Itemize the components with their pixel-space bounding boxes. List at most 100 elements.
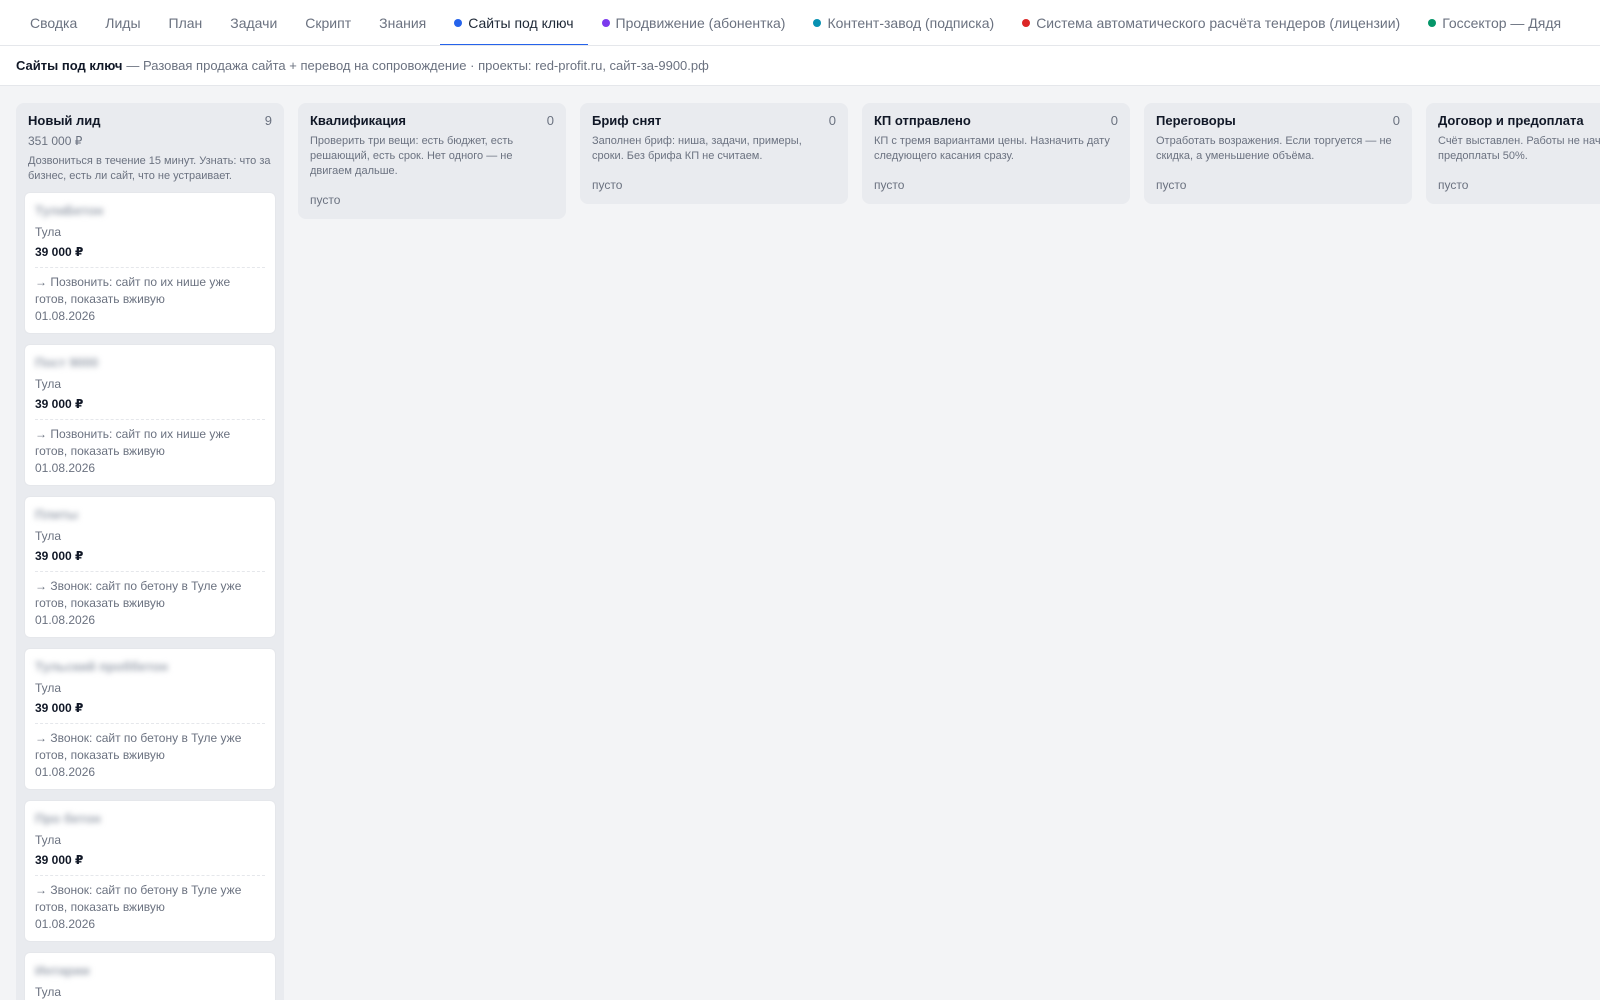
tab-label: Госсектор — Дядя bbox=[1442, 14, 1562, 31]
lead-next-step: → Звонок: сайт по бетону в Туле уже гото… bbox=[35, 579, 242, 610]
column-count: 0 bbox=[1110, 113, 1118, 128]
lead-price: 39 000 ₽ bbox=[35, 701, 84, 715]
lead-date: 01.08.2026 bbox=[35, 613, 96, 627]
lead-city: Тула bbox=[35, 833, 62, 847]
lead-card[interactable]: Интарии Тула bbox=[24, 952, 276, 1000]
column-title: КП отправлено bbox=[874, 113, 971, 128]
column-count: 9 bbox=[264, 113, 272, 128]
pipeline-column: Договор и предоплата0 Счёт выставлен. Раб… bbox=[1426, 103, 1600, 204]
column-header: КП отправлено 0 bbox=[870, 113, 1122, 128]
column-title: Квалификация bbox=[310, 113, 406, 128]
tab-label: Система автоматического расчёта тендеров… bbox=[1036, 14, 1401, 31]
status-dot-icon bbox=[601, 18, 610, 27]
section-title: Сайты под ключ bbox=[16, 58, 123, 73]
column-title: Переговоры bbox=[1156, 113, 1236, 128]
tab-4[interactable]: Скрипт bbox=[291, 0, 365, 45]
pipeline-column: Переговоры 0 Отработать возражения. Если т… bbox=[1144, 103, 1412, 204]
status-dot-icon bbox=[1428, 18, 1437, 27]
column-header: Квалификация 0 bbox=[306, 113, 558, 128]
lead-date: 01.08.2026 bbox=[35, 461, 96, 475]
tab-label: Сводка bbox=[30, 14, 78, 31]
status-dot-icon bbox=[813, 18, 822, 27]
column-header: Переговоры 0 bbox=[1152, 113, 1404, 128]
lead-city: Тула bbox=[35, 529, 62, 543]
lead-name: Про бетон bbox=[35, 811, 101, 826]
column-header: Новый лид 9 bbox=[24, 113, 276, 128]
tab-label: Сайты под ключ bbox=[468, 14, 574, 31]
column-sum: 351 000 ₽ bbox=[28, 134, 83, 148]
lead-next-step: → Позвонить: сайт по их нише уже готов, … bbox=[35, 275, 231, 306]
tab-label: Лиды bbox=[105, 14, 141, 31]
lead-city: Тула bbox=[35, 985, 62, 999]
tab-label: Скрипт bbox=[305, 14, 352, 31]
pipeline-column: Новый лид 9 351 000 ₽ Дозвониться в течение… bbox=[16, 103, 284, 1000]
column-header: Бриф снят 0 bbox=[588, 113, 840, 128]
column-count: 0 bbox=[828, 113, 836, 128]
lead-date: 01.08.2026 bbox=[35, 309, 96, 323]
status-dot-icon bbox=[1022, 18, 1031, 27]
column-empty-label: пусто bbox=[1438, 178, 1469, 192]
column-title: Новый лид bbox=[28, 113, 101, 128]
tab-9[interactable]: Система автоматического расчёта тендеров… bbox=[1008, 0, 1414, 45]
lead-next-step: → Звонок: сайт по бетону в Туле уже гото… bbox=[35, 731, 242, 762]
lead-price: 39 000 ₽ bbox=[35, 853, 84, 867]
tab-3[interactable]: Задачи bbox=[216, 0, 291, 45]
tab-6[interactable]: Сайты под ключ bbox=[440, 0, 588, 45]
kanban-board: Новый лид 9 351 000 ₽ Дозвониться в течение… bbox=[16, 103, 1600, 1000]
lead-price: 39 000 ₽ bbox=[35, 245, 84, 259]
lead-city: Тула bbox=[35, 377, 62, 391]
column-empty-label: пусто bbox=[1156, 178, 1187, 192]
lead-next-step: → Звонок: сайт по бетону в Туле уже гото… bbox=[35, 883, 242, 914]
tab-label: План bbox=[168, 14, 203, 31]
column-empty-label: пусто bbox=[874, 178, 905, 192]
lead-name: Плиты bbox=[35, 507, 79, 522]
tab-2[interactable]: План bbox=[155, 0, 217, 45]
lead-city: Тула bbox=[35, 225, 62, 239]
pipeline-column: КП отправлено 0 КП с тремя вариантами цены… bbox=[862, 103, 1130, 204]
tab-5[interactable]: Знания bbox=[365, 0, 440, 45]
column-count: 0 bbox=[1392, 113, 1400, 128]
lead-card[interactable]: ТулаБетон Тула 39 000 ₽ → Позвонить: сайт п… bbox=[24, 192, 276, 334]
lead-card[interactable]: Тульский проббетон Тула 39 000 ₽ → Звонок: … bbox=[24, 648, 276, 790]
tab-label: Контент-завод (подписка) bbox=[827, 14, 995, 31]
card-divider bbox=[35, 723, 265, 724]
top-tabs: Сводка Лиды План Задачи Скрипт Знания Сайты по… bbox=[0, 0, 1600, 46]
lead-city: Тула bbox=[35, 681, 62, 695]
card-divider bbox=[35, 419, 265, 420]
tab-10[interactable]: Госсектор — Дядя bbox=[1414, 0, 1575, 45]
column-title: Договор и предоплата bbox=[1438, 113, 1584, 128]
lead-card[interactable]: Плиты Тула 39 000 ₽ → Звонок: сайт по бетон… bbox=[24, 496, 276, 638]
pipeline-column: Квалификация 0 Проверить три вещи: есть бю… bbox=[298, 103, 566, 219]
card-divider bbox=[35, 571, 265, 572]
lead-price: 39 000 ₽ bbox=[35, 549, 84, 563]
tab-label: Знания bbox=[379, 14, 427, 31]
tab-8[interactable]: Контент-завод (подписка) bbox=[799, 0, 1008, 45]
column-cards: ТулаБетон Тула 39 000 ₽ → Позвонить: сайт п… bbox=[24, 192, 276, 1000]
section-description: — Разовая продажа сайта + перевод на соп… bbox=[126, 58, 709, 73]
column-empty-label: пусто bbox=[310, 193, 341, 207]
lead-card[interactable]: Про бетон Тула 39 000 ₽ → Звонок: сайт по б… bbox=[24, 800, 276, 942]
column-empty-label: пусто bbox=[592, 178, 623, 192]
column-header: Договор и предоплата0 bbox=[1434, 113, 1600, 128]
card-divider bbox=[35, 267, 265, 268]
column-description: Дозвониться в течение 15 минут. Узнать: … bbox=[28, 155, 271, 182]
card-divider bbox=[35, 875, 265, 876]
column-description: КП с тремя вариантами цены. Назначить да… bbox=[874, 135, 1110, 162]
tab-label: Продвижение (абонентка) bbox=[615, 14, 786, 31]
tab-0[interactable]: Сводка bbox=[16, 0, 91, 45]
lead-name: ТулаБетон bbox=[35, 203, 104, 218]
tab-1[interactable]: Лиды bbox=[91, 0, 154, 45]
tab-label: Задачи bbox=[230, 14, 278, 31]
column-description: Проверить три вещи: есть бюджет, есть ре… bbox=[310, 135, 514, 177]
lead-name: Тульский проббетон bbox=[35, 659, 168, 674]
column-description: Заполнен бриф: ниша, задачи, примеры, ср… bbox=[592, 135, 802, 162]
pipeline-column: Бриф снят 0 Заполнен бриф: ниша, задачи, п… bbox=[580, 103, 848, 204]
lead-card[interactable]: Пост 9000 Тула 39 000 ₽ → Позвонить: сайт п… bbox=[24, 344, 276, 486]
lead-date: 01.08.2026 bbox=[35, 765, 96, 779]
status-dot-icon bbox=[454, 18, 463, 27]
column-count: 0 bbox=[546, 113, 554, 128]
column-title: Бриф снят bbox=[592, 113, 662, 128]
column-description: Счёт выставлен. Работы не начинаются до … bbox=[1438, 135, 1600, 162]
lead-price: 39 000 ₽ bbox=[35, 397, 84, 411]
tab-7[interactable]: Продвижение (абонентка) bbox=[588, 0, 800, 45]
